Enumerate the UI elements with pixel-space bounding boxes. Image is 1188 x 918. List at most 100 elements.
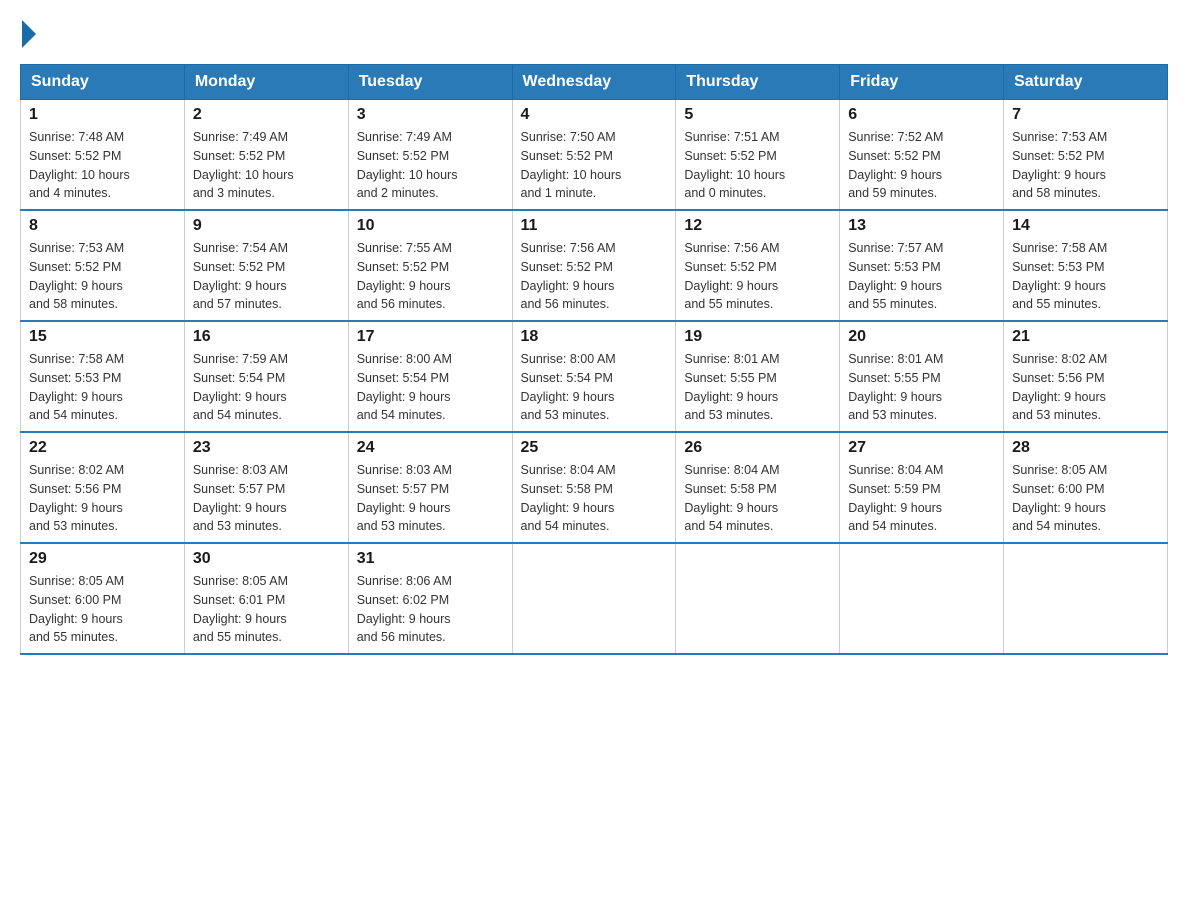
day-number: 22 xyxy=(29,439,176,457)
calendar-cell: 24 Sunrise: 8:03 AM Sunset: 5:57 PM Dayl… xyxy=(348,432,512,543)
weekday-header-row: SundayMondayTuesdayWednesdayThursdayFrid… xyxy=(21,65,1168,100)
calendar-cell: 16 Sunrise: 7:59 AM Sunset: 5:54 PM Dayl… xyxy=(184,321,348,432)
day-number: 25 xyxy=(521,439,668,457)
calendar-cell xyxy=(840,543,1004,654)
calendar-cell: 12 Sunrise: 7:56 AM Sunset: 5:52 PM Dayl… xyxy=(676,210,840,321)
weekday-header-monday: Monday xyxy=(184,65,348,100)
day-info: Sunrise: 8:00 AM Sunset: 5:54 PM Dayligh… xyxy=(357,350,504,425)
day-info: Sunrise: 8:05 AM Sunset: 6:01 PM Dayligh… xyxy=(193,572,340,647)
day-info: Sunrise: 7:49 AM Sunset: 5:52 PM Dayligh… xyxy=(357,128,504,203)
calendar-cell: 2 Sunrise: 7:49 AM Sunset: 5:52 PM Dayli… xyxy=(184,100,348,211)
day-number: 27 xyxy=(848,439,995,457)
day-number: 16 xyxy=(193,328,340,346)
calendar-cell xyxy=(1004,543,1168,654)
day-info: Sunrise: 8:03 AM Sunset: 5:57 PM Dayligh… xyxy=(357,461,504,536)
calendar-cell: 22 Sunrise: 8:02 AM Sunset: 5:56 PM Dayl… xyxy=(21,432,185,543)
calendar-cell: 30 Sunrise: 8:05 AM Sunset: 6:01 PM Dayl… xyxy=(184,543,348,654)
logo-text xyxy=(20,20,38,48)
calendar-cell: 9 Sunrise: 7:54 AM Sunset: 5:52 PM Dayli… xyxy=(184,210,348,321)
day-number: 17 xyxy=(357,328,504,346)
day-number: 31 xyxy=(357,550,504,568)
day-info: Sunrise: 8:04 AM Sunset: 5:58 PM Dayligh… xyxy=(521,461,668,536)
day-number: 11 xyxy=(521,217,668,235)
calendar-cell: 8 Sunrise: 7:53 AM Sunset: 5:52 PM Dayli… xyxy=(21,210,185,321)
day-info: Sunrise: 8:06 AM Sunset: 6:02 PM Dayligh… xyxy=(357,572,504,647)
day-info: Sunrise: 7:58 AM Sunset: 5:53 PM Dayligh… xyxy=(1012,239,1159,314)
calendar-cell: 20 Sunrise: 8:01 AM Sunset: 5:55 PM Dayl… xyxy=(840,321,1004,432)
weekday-header-saturday: Saturday xyxy=(1004,65,1168,100)
weekday-header-thursday: Thursday xyxy=(676,65,840,100)
day-info: Sunrise: 7:57 AM Sunset: 5:53 PM Dayligh… xyxy=(848,239,995,314)
day-number: 1 xyxy=(29,106,176,124)
calendar-cell: 26 Sunrise: 8:04 AM Sunset: 5:58 PM Dayl… xyxy=(676,432,840,543)
day-number: 7 xyxy=(1012,106,1159,124)
calendar-week-row: 15 Sunrise: 7:58 AM Sunset: 5:53 PM Dayl… xyxy=(21,321,1168,432)
calendar-cell: 21 Sunrise: 8:02 AM Sunset: 5:56 PM Dayl… xyxy=(1004,321,1168,432)
day-info: Sunrise: 7:59 AM Sunset: 5:54 PM Dayligh… xyxy=(193,350,340,425)
calendar-cell: 6 Sunrise: 7:52 AM Sunset: 5:52 PM Dayli… xyxy=(840,100,1004,211)
calendar-cell: 10 Sunrise: 7:55 AM Sunset: 5:52 PM Dayl… xyxy=(348,210,512,321)
calendar-week-row: 22 Sunrise: 8:02 AM Sunset: 5:56 PM Dayl… xyxy=(21,432,1168,543)
day-info: Sunrise: 7:53 AM Sunset: 5:52 PM Dayligh… xyxy=(29,239,176,314)
calendar-cell: 11 Sunrise: 7:56 AM Sunset: 5:52 PM Dayl… xyxy=(512,210,676,321)
day-number: 10 xyxy=(357,217,504,235)
day-info: Sunrise: 7:53 AM Sunset: 5:52 PM Dayligh… xyxy=(1012,128,1159,203)
day-number: 28 xyxy=(1012,439,1159,457)
calendar-cell: 18 Sunrise: 8:00 AM Sunset: 5:54 PM Dayl… xyxy=(512,321,676,432)
calendar-cell: 3 Sunrise: 7:49 AM Sunset: 5:52 PM Dayli… xyxy=(348,100,512,211)
day-info: Sunrise: 7:48 AM Sunset: 5:52 PM Dayligh… xyxy=(29,128,176,203)
day-info: Sunrise: 7:49 AM Sunset: 5:52 PM Dayligh… xyxy=(193,128,340,203)
day-number: 12 xyxy=(684,217,831,235)
day-number: 13 xyxy=(848,217,995,235)
calendar-cell: 5 Sunrise: 7:51 AM Sunset: 5:52 PM Dayli… xyxy=(676,100,840,211)
day-info: Sunrise: 7:56 AM Sunset: 5:52 PM Dayligh… xyxy=(521,239,668,314)
weekday-header-friday: Friday xyxy=(840,65,1004,100)
day-info: Sunrise: 7:56 AM Sunset: 5:52 PM Dayligh… xyxy=(684,239,831,314)
day-info: Sunrise: 7:58 AM Sunset: 5:53 PM Dayligh… xyxy=(29,350,176,425)
day-number: 19 xyxy=(684,328,831,346)
weekday-header-wednesday: Wednesday xyxy=(512,65,676,100)
calendar-cell: 7 Sunrise: 7:53 AM Sunset: 5:52 PM Dayli… xyxy=(1004,100,1168,211)
calendar-cell: 13 Sunrise: 7:57 AM Sunset: 5:53 PM Dayl… xyxy=(840,210,1004,321)
day-info: Sunrise: 7:54 AM Sunset: 5:52 PM Dayligh… xyxy=(193,239,340,314)
calendar-cell: 29 Sunrise: 8:05 AM Sunset: 6:00 PM Dayl… xyxy=(21,543,185,654)
day-number: 3 xyxy=(357,106,504,124)
day-number: 9 xyxy=(193,217,340,235)
day-number: 18 xyxy=(521,328,668,346)
calendar-cell: 17 Sunrise: 8:00 AM Sunset: 5:54 PM Dayl… xyxy=(348,321,512,432)
day-info: Sunrise: 8:04 AM Sunset: 5:58 PM Dayligh… xyxy=(684,461,831,536)
day-number: 2 xyxy=(193,106,340,124)
day-number: 5 xyxy=(684,106,831,124)
day-number: 8 xyxy=(29,217,176,235)
calendar-cell xyxy=(676,543,840,654)
day-number: 26 xyxy=(684,439,831,457)
day-number: 30 xyxy=(193,550,340,568)
day-info: Sunrise: 8:01 AM Sunset: 5:55 PM Dayligh… xyxy=(684,350,831,425)
calendar-cell: 4 Sunrise: 7:50 AM Sunset: 5:52 PM Dayli… xyxy=(512,100,676,211)
day-number: 15 xyxy=(29,328,176,346)
calendar-cell: 31 Sunrise: 8:06 AM Sunset: 6:02 PM Dayl… xyxy=(348,543,512,654)
calendar-cell: 1 Sunrise: 7:48 AM Sunset: 5:52 PM Dayli… xyxy=(21,100,185,211)
day-info: Sunrise: 7:51 AM Sunset: 5:52 PM Dayligh… xyxy=(684,128,831,203)
logo xyxy=(20,20,38,48)
day-info: Sunrise: 8:05 AM Sunset: 6:00 PM Dayligh… xyxy=(29,572,176,647)
day-number: 14 xyxy=(1012,217,1159,235)
day-info: Sunrise: 8:00 AM Sunset: 5:54 PM Dayligh… xyxy=(521,350,668,425)
day-number: 23 xyxy=(193,439,340,457)
day-info: Sunrise: 8:01 AM Sunset: 5:55 PM Dayligh… xyxy=(848,350,995,425)
calendar-cell: 25 Sunrise: 8:04 AM Sunset: 5:58 PM Dayl… xyxy=(512,432,676,543)
day-info: Sunrise: 8:02 AM Sunset: 5:56 PM Dayligh… xyxy=(29,461,176,536)
day-number: 21 xyxy=(1012,328,1159,346)
calendar-week-row: 1 Sunrise: 7:48 AM Sunset: 5:52 PM Dayli… xyxy=(21,100,1168,211)
day-number: 29 xyxy=(29,550,176,568)
day-info: Sunrise: 7:50 AM Sunset: 5:52 PM Dayligh… xyxy=(521,128,668,203)
day-info: Sunrise: 8:03 AM Sunset: 5:57 PM Dayligh… xyxy=(193,461,340,536)
calendar-cell: 14 Sunrise: 7:58 AM Sunset: 5:53 PM Dayl… xyxy=(1004,210,1168,321)
day-info: Sunrise: 8:02 AM Sunset: 5:56 PM Dayligh… xyxy=(1012,350,1159,425)
page-header xyxy=(20,20,1168,48)
day-info: Sunrise: 8:05 AM Sunset: 6:00 PM Dayligh… xyxy=(1012,461,1159,536)
calendar-cell: 15 Sunrise: 7:58 AM Sunset: 5:53 PM Dayl… xyxy=(21,321,185,432)
weekday-header-tuesday: Tuesday xyxy=(348,65,512,100)
calendar-week-row: 29 Sunrise: 8:05 AM Sunset: 6:00 PM Dayl… xyxy=(21,543,1168,654)
calendar-cell: 23 Sunrise: 8:03 AM Sunset: 5:57 PM Dayl… xyxy=(184,432,348,543)
